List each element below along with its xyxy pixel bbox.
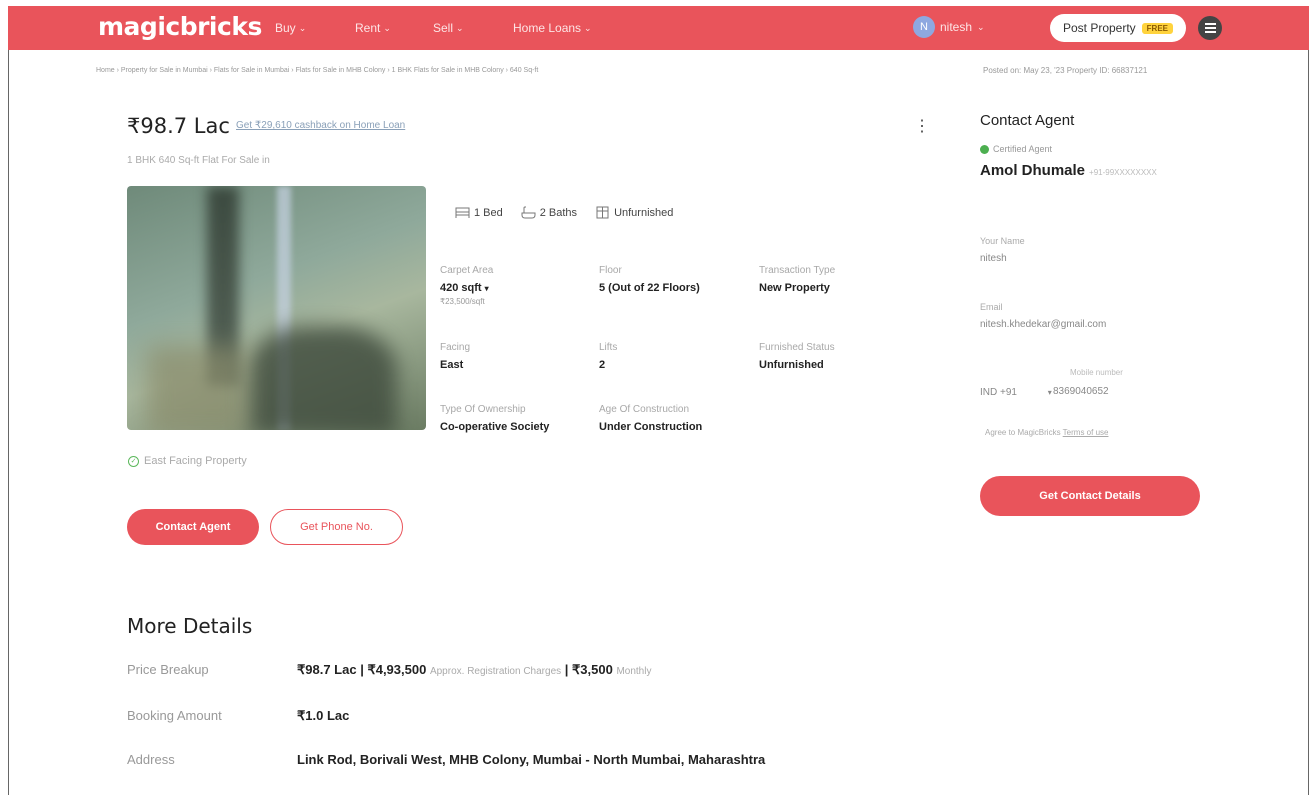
- price-breakup-label: Price Breakup: [127, 662, 209, 677]
- spec-lifts: Lifts 2: [599, 342, 617, 371]
- spec-value[interactable]: 420 sqft ▾: [440, 282, 493, 294]
- bed-icon: [455, 207, 470, 218]
- avatar: N: [913, 16, 935, 38]
- nav-rent-label: Rent: [355, 21, 381, 35]
- top-header: magicbricks Buy ⌄ Rent ⌄ Sell ⌄ Home Loa…: [8, 6, 1309, 50]
- get-contact-details-button[interactable]: Get Contact Details: [980, 476, 1200, 516]
- hamburger-menu-icon[interactable]: [1198, 16, 1222, 40]
- booking-amount-value: ₹1.0 Lac: [297, 708, 350, 723]
- free-badge: FREE: [1141, 22, 1174, 34]
- get-phone-button[interactable]: Get Phone No.: [270, 509, 403, 545]
- fact-furnishing-label: Unfurnished: [614, 206, 674, 219]
- spec-sub: ₹23,500/sqft: [440, 297, 485, 306]
- country-code-select[interactable]: IND +91 ▾: [980, 387, 1052, 398]
- spec-label: Carpet Area: [440, 265, 494, 276]
- user-name: nitesh: [940, 20, 973, 34]
- chevron-down-icon: ⌄: [383, 22, 391, 33]
- spec-value: Co-operative Society: [440, 421, 550, 433]
- booking-amount-label: Booking Amount: [127, 708, 222, 723]
- mobile-field[interactable]: 8369040652: [1053, 386, 1109, 397]
- spec-furnished-status: Furnished Status Unfurnished: [759, 342, 835, 371]
- fact-baths: 2 Baths: [521, 206, 577, 219]
- nav-home-loans-label: Home Loans: [513, 21, 582, 35]
- email-field[interactable]: nitesh.khedekar@gmail.com: [980, 319, 1106, 330]
- posted-info: Posted on: May 23, '23 Property ID: 6683…: [983, 66, 1148, 75]
- magicbricks-logo[interactable]: magicbricks: [98, 12, 262, 41]
- user-menu[interactable]: N nitesh ⌄: [913, 16, 985, 38]
- contact-panel-title: Contact Agent: [980, 112, 1075, 129]
- spec-label: Facing: [440, 342, 471, 353]
- key-facts: 1 Bed 2 Baths Unfurnished: [455, 206, 673, 219]
- check-circle-icon: ✓: [128, 455, 139, 467]
- spec-value: New Property: [759, 282, 830, 294]
- spec-ownership: Type Of Ownership Co-operative Society: [440, 404, 549, 433]
- spec-value: East: [440, 359, 464, 371]
- east-facing-tag: ✓ East Facing Property: [128, 455, 247, 467]
- spec-facing: Facing East: [440, 342, 470, 371]
- spec-label: Type Of Ownership: [440, 404, 526, 415]
- chevron-down-icon: ⌄: [584, 22, 592, 33]
- email-field-label: Email: [980, 302, 1003, 312]
- contact-agent-button[interactable]: Contact Agent: [127, 509, 259, 545]
- spec-label: Age Of Construction: [599, 404, 690, 415]
- name-field[interactable]: nitesh: [980, 253, 1007, 264]
- chevron-down-icon: ⌄: [456, 22, 464, 33]
- address-label: Address: [127, 752, 175, 767]
- agent-phone: +91-99XXXXXXXX: [1089, 168, 1157, 177]
- more-options-icon[interactable]: ⋮: [914, 116, 930, 136]
- page-border: [1308, 50, 1309, 795]
- cashback-link[interactable]: Get ₹29,610 cashback on Home Loan: [236, 120, 405, 131]
- nav-sell-label: Sell: [433, 21, 454, 35]
- chevron-down-icon: ⌄: [977, 21, 985, 32]
- spec-value: 5 (Out of 22 Floors): [599, 282, 700, 294]
- spec-label: Furnished Status: [759, 342, 835, 353]
- fact-beds-label: 1 Bed: [474, 206, 503, 219]
- nav-buy-label: Buy: [275, 21, 296, 35]
- property-photo[interactable]: [127, 186, 426, 430]
- chevron-down-icon: ▾: [1047, 388, 1052, 397]
- wardrobe-icon: [596, 206, 609, 219]
- post-property-label: Post Property: [1062, 21, 1136, 35]
- nav-rent[interactable]: Rent ⌄: [355, 21, 391, 35]
- chevron-down-icon: ⌄: [298, 22, 307, 33]
- more-details-title: More Details: [127, 614, 253, 638]
- spec-carpet-area: Carpet Area 420 sqft ▾ ₹23,500/sqft: [440, 265, 493, 306]
- spec-label: Transaction Type: [759, 265, 836, 276]
- spec-age-of-construction: Age Of Construction Under Construction: [599, 404, 702, 433]
- page-border: [8, 50, 9, 795]
- fact-baths-label: 2 Baths: [539, 206, 578, 219]
- verified-icon: [980, 144, 989, 154]
- breadcrumb[interactable]: Home › Property for Sale in Mumbai › Fla…: [96, 67, 538, 74]
- nav-sell[interactable]: Sell ⌄: [433, 21, 464, 35]
- spec-value: 2: [599, 359, 606, 371]
- address-value: Link Rod, Borivali West, MHB Colony, Mum…: [297, 752, 766, 767]
- nav-buy[interactable]: Buy ⌄: [275, 21, 306, 35]
- listing-subtitle: 1 BHK 640 Sq-ft Flat For Sale in: [127, 155, 270, 166]
- terms-link[interactable]: Terms of use: [1063, 428, 1109, 437]
- name-field-label: Your Name: [980, 236, 1025, 246]
- certified-agent-badge: Certified Agent: [980, 144, 1052, 154]
- agent-name: Amol Dhumale +91-99XXXXXXXX: [980, 162, 1157, 179]
- post-property-button[interactable]: Post Property FREE: [1050, 14, 1186, 42]
- spec-label: Floor: [599, 265, 622, 276]
- fact-beds: 1 Bed: [455, 206, 503, 219]
- mobile-field-label: Mobile number: [1070, 368, 1123, 377]
- spec-transaction-type: Transaction Type New Property: [759, 265, 835, 294]
- spec-value: Under Construction: [599, 421, 703, 433]
- spec-floor: Floor 5 (Out of 22 Floors): [599, 265, 700, 294]
- east-facing-label: East Facing Property: [144, 455, 247, 467]
- spec-value: Unfurnished: [759, 359, 824, 371]
- bath-icon: [521, 206, 536, 219]
- terms-agreement: Agree to MagicBricks Terms of use: [985, 428, 1109, 437]
- price-breakup-value: ₹98.7 Lac | ₹4,93,500 Approx. Registrati…: [297, 662, 652, 677]
- nav-home-loans[interactable]: Home Loans ⌄: [513, 21, 592, 35]
- listing-price: ₹98.7 Lac: [127, 114, 230, 138]
- fact-furnishing: Unfurnished: [595, 206, 673, 219]
- chevron-down-icon: ▾: [484, 284, 489, 293]
- certified-label: Certified Agent: [993, 144, 1053, 154]
- spec-label: Lifts: [599, 342, 618, 353]
